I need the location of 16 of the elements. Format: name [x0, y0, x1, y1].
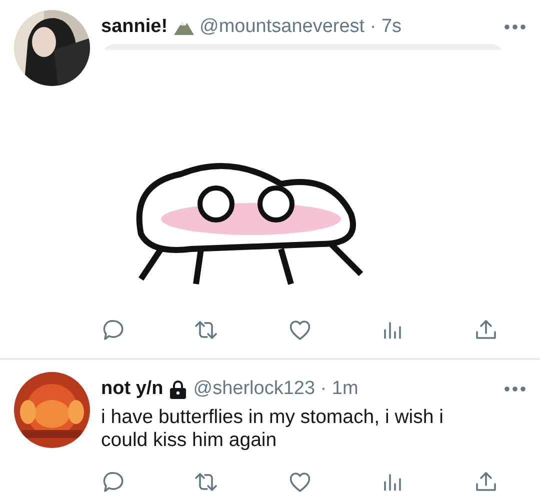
share-icon[interactable]: [474, 318, 498, 342]
heart-icon[interactable]: [288, 318, 312, 342]
display-name[interactable]: sannie!: [101, 16, 168, 38]
handle-and-time: @sherlock123 · 1m: [193, 378, 358, 400]
share-icon[interactable]: [474, 470, 498, 494]
retweet-icon[interactable]: [194, 318, 218, 342]
heart-icon[interactable]: [288, 470, 312, 494]
reply-icon[interactable]: [101, 318, 125, 342]
reply-icon[interactable]: [101, 470, 125, 494]
lock-icon: [169, 380, 188, 398]
tweet-text: i have butterflies in my stomach, i wish i could kiss him again: [101, 406, 444, 452]
more-icon[interactable]: [504, 24, 526, 30]
retweet-icon[interactable]: [194, 470, 218, 494]
more-icon[interactable]: [504, 386, 526, 392]
handle-and-time: @mountsaneverest · 7s: [200, 16, 402, 38]
display-name[interactable]: not y/n: [101, 378, 164, 400]
